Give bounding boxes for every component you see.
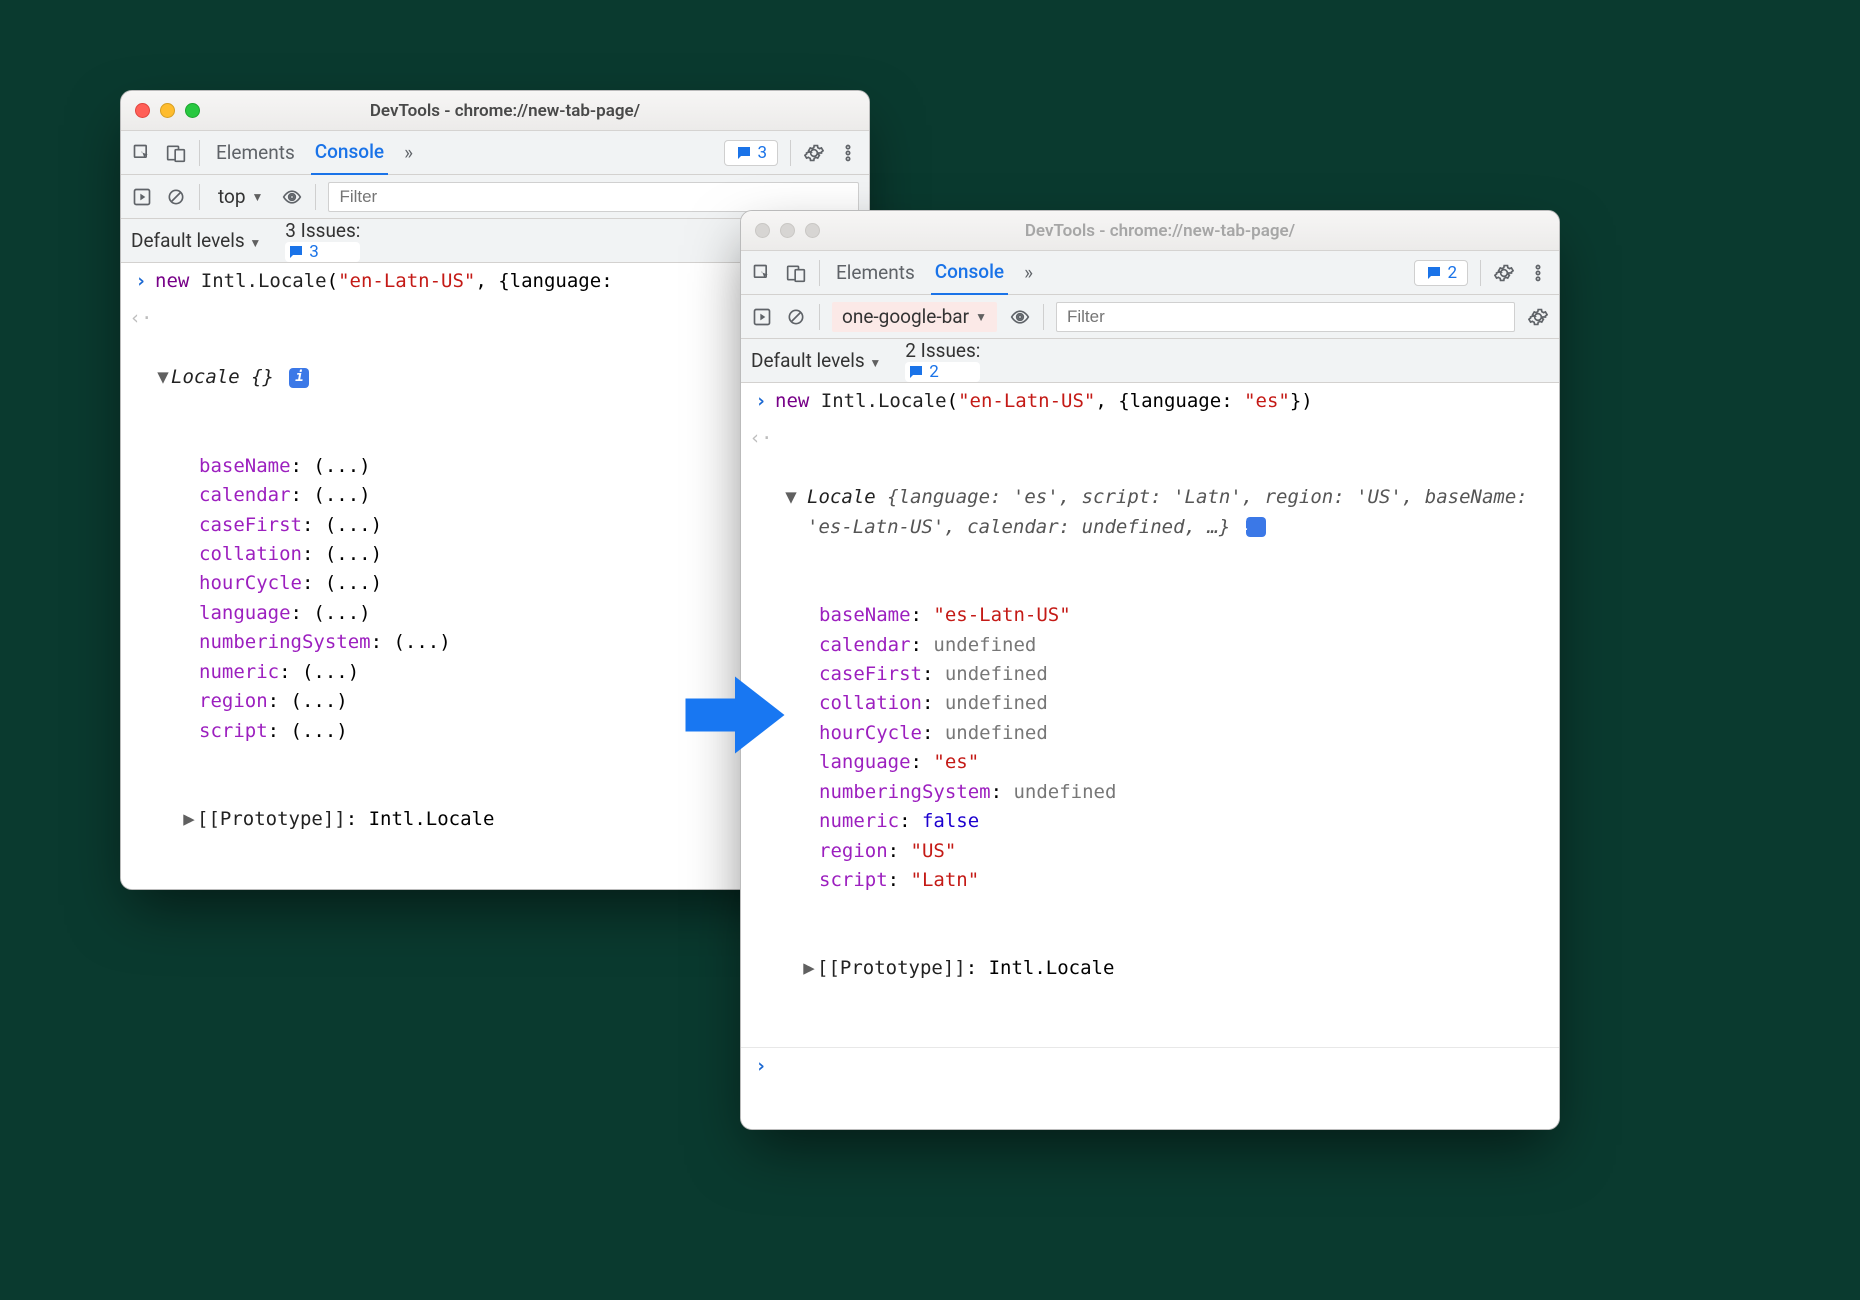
context-label: top [218,185,246,208]
messages-count: 3 [757,143,767,163]
console-prompt-row[interactable]: › [741,1048,1559,1085]
devtools-window-right: DevTools - chrome://new-tab-page/ Elemen… [740,210,1560,1130]
close-icon[interactable] [755,223,770,238]
object-property[interactable]: script: "Latn" [775,866,1549,895]
input-prompt-icon: › [127,267,155,296]
messages-count: 2 [1447,263,1457,283]
close-icon[interactable] [135,103,150,118]
console-input-text: new Intl.Locale("en-Latn-US", {language:… [775,387,1549,416]
device-icon[interactable] [165,142,187,164]
kebab-icon[interactable] [837,142,859,164]
object-property[interactable]: numeric: false [775,807,1549,836]
separator [199,140,200,166]
tab-console[interactable]: Console [931,260,1008,296]
messages-badge[interactable]: 3 [724,140,778,166]
expand-toggle[interactable]: ▶ [181,805,197,834]
inspect-icon[interactable] [751,262,773,284]
levels-bar: Default levels ▼ 2 Issues: 2 [741,339,1559,383]
object-summary[interactable]: Locale {} [171,366,274,388]
issues-link[interactable]: 2 Issues: 2 [905,339,980,382]
tab-more[interactable]: » [1020,261,1037,294]
filter-input[interactable] [328,182,859,212]
console-output: ▼Locale {language: 'es', script: 'Latn',… [775,424,1549,1042]
inspect-icon[interactable] [131,142,153,164]
maximize-icon[interactable] [805,223,820,238]
console-body: › new Intl.Locale("en-Latn-US", {languag… [741,383,1559,1129]
gear-icon[interactable] [803,142,825,164]
console-subbar: one-google-bar ▼ [741,295,1559,339]
chevron-down-icon: ▼ [252,190,264,204]
tab-elements[interactable]: Elements [212,141,299,174]
arrow-right-icon [680,660,790,770]
titlebar: DevTools - chrome://new-tab-page/ [121,91,869,131]
info-icon[interactable]: i [289,368,309,388]
minimize-icon[interactable] [160,103,175,118]
eye-icon[interactable] [281,186,303,208]
object-property[interactable]: collation: undefined [775,689,1549,718]
execution-context-selector[interactable]: one-google-bar ▼ [832,302,997,332]
log-levels-selector[interactable]: Default levels ▼ [751,349,881,372]
window-title: DevTools - chrome://new-tab-page/ [830,221,1490,241]
expand-toggle[interactable]: ▼ [791,483,807,512]
object-property[interactable]: caseFirst: undefined [775,660,1549,689]
object-summary[interactable]: Locale {language: 'es', script: 'Latn', … [807,486,1539,537]
object-property[interactable]: hourCycle: undefined [775,719,1549,748]
tab-elements[interactable]: Elements [832,261,919,294]
window-title: DevTools - chrome://new-tab-page/ [210,101,800,121]
kebab-icon[interactable] [1527,262,1549,284]
input-prompt-icon: › [747,387,775,416]
play-icon[interactable] [131,186,153,208]
expand-toggle[interactable]: ▼ [155,363,171,392]
titlebar: DevTools - chrome://new-tab-page/ [741,211,1559,251]
object-property[interactable]: calendar: undefined [775,631,1549,660]
execution-context-selector[interactable]: top ▼ [212,185,269,208]
device-icon[interactable] [785,262,807,284]
gear-icon[interactable] [1493,262,1515,284]
tab-more[interactable]: » [400,141,417,174]
clear-console-icon[interactable] [785,306,807,328]
info-icon[interactable]: i [1246,517,1266,537]
object-property[interactable]: numberingSystem: undefined [775,778,1549,807]
chevron-down-icon: ▼ [869,356,881,370]
console-input-row: › new Intl.Locale("en-Latn-US", {languag… [741,383,1559,420]
clear-console-icon[interactable] [165,186,187,208]
return-icon: ‹· [127,304,155,889]
filter-input[interactable] [1056,302,1515,332]
traffic-lights [135,103,200,118]
issues-link[interactable]: 3 Issues: 3 [285,219,360,262]
devtools-toolbar: Elements Console » 3 [121,131,869,175]
object-property[interactable]: language: "es" [775,748,1549,777]
play-icon[interactable] [751,306,773,328]
traffic-lights [755,223,820,238]
prompt-icon: › [747,1052,775,1081]
expand-toggle[interactable]: ▶ [801,954,817,983]
maximize-icon[interactable] [185,103,200,118]
eye-icon[interactable] [1009,306,1031,328]
chevron-down-icon: ▼ [249,236,261,250]
tab-console[interactable]: Console [311,140,388,176]
messages-badge[interactable]: 2 [1414,260,1468,286]
object-property[interactable]: region: "US" [775,837,1549,866]
devtools-toolbar: Elements Console » 2 [741,251,1559,295]
log-levels-selector[interactable]: Default levels ▼ [131,229,261,252]
gear-icon[interactable] [1527,306,1549,328]
minimize-icon[interactable] [780,223,795,238]
object-property[interactable]: baseName: "es-Latn-US" [775,601,1549,630]
separator [790,140,791,166]
chevron-down-icon: ▼ [975,310,987,324]
context-label: one-google-bar [842,305,969,328]
console-output-row: ‹· ▼Locale {language: 'es', script: 'Lat… [741,420,1559,1047]
